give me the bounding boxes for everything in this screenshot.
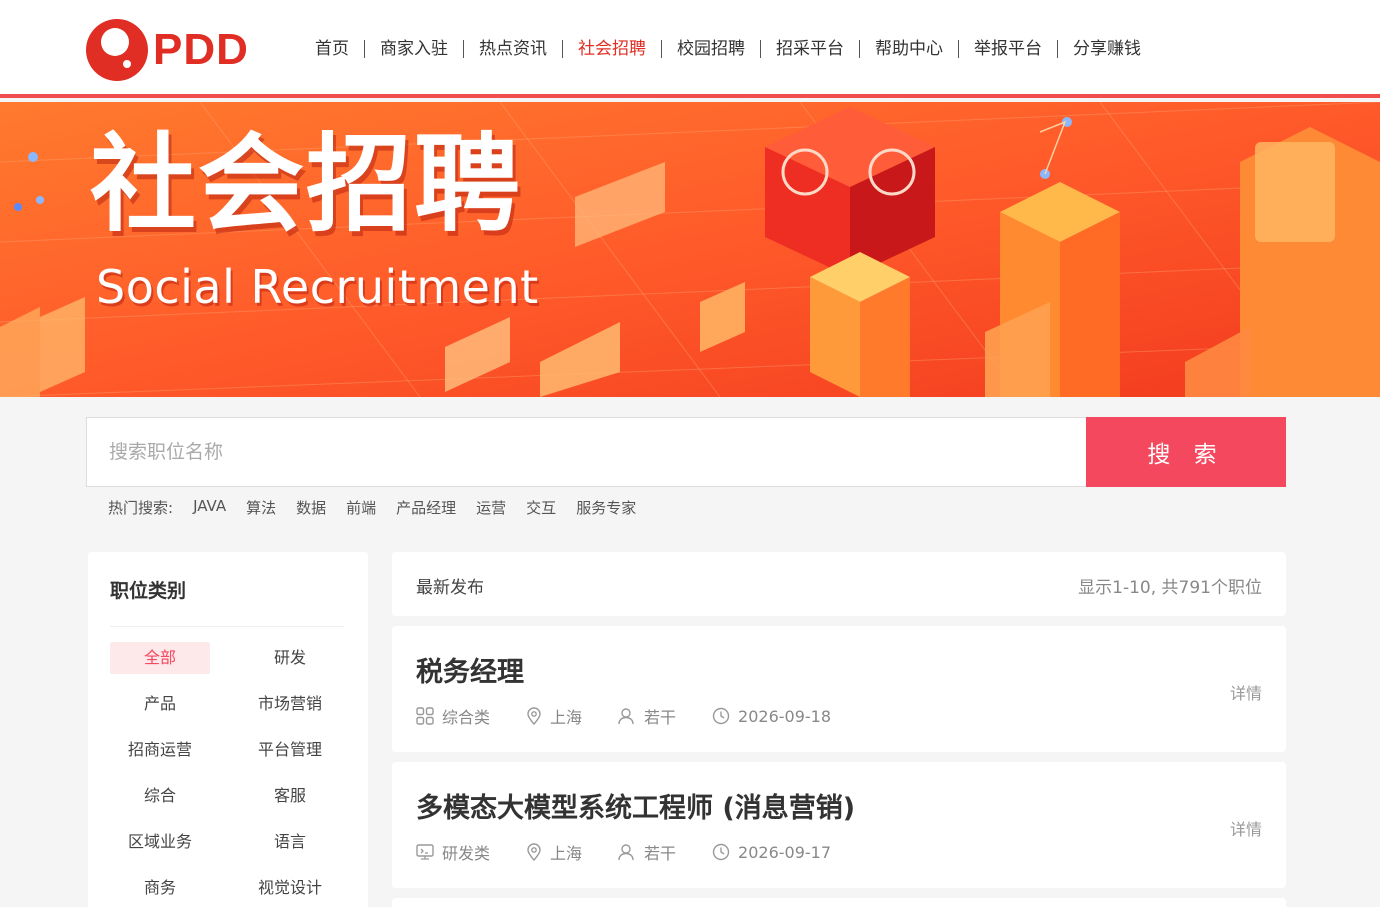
site-header: PDD 首页 商家入驻 热点资讯 社会招聘 校园招聘 招采平台 帮助中心 举报平…	[0, 0, 1380, 98]
nav-report[interactable]: 举报平台	[959, 38, 1057, 60]
category-customer-service[interactable]: 客服	[240, 780, 340, 812]
hot-search-term[interactable]: 前端	[346, 497, 376, 518]
search-button[interactable]: 搜 索	[1086, 417, 1286, 487]
job-date: 2026-09-17	[738, 842, 832, 862]
category-merchant-ops[interactable]: 招商运营	[110, 734, 210, 766]
category-visual-design[interactable]: 视觉设计	[240, 872, 340, 904]
job-search-input[interactable]	[87, 418, 1087, 486]
job-card[interactable]	[392, 898, 1286, 907]
banner-subtitle: Social Recruitment	[96, 260, 539, 314]
sidebar-divider	[110, 626, 344, 627]
nav-merchant[interactable]: 商家入驻	[365, 38, 463, 60]
job-date: 2026-09-18	[738, 706, 832, 726]
main-nav: 首页 商家入驻 热点资讯 社会招聘 校园招聘 招采平台 帮助中心 举报平台 分享…	[300, 36, 1156, 62]
nav-procurement[interactable]: 招采平台	[761, 38, 859, 60]
job-location: 上海	[550, 844, 583, 863]
category-regional[interactable]: 区域业务	[110, 826, 210, 858]
nav-share[interactable]: 分享赚钱	[1058, 38, 1156, 60]
hot-search-term[interactable]: JAVA	[193, 497, 226, 518]
category-language[interactable]: 语言	[240, 826, 340, 858]
category-platform-mgmt[interactable]: 平台管理	[240, 734, 340, 766]
hot-search-term[interactable]: 运营	[476, 497, 506, 518]
category-all[interactable]: 全部	[110, 642, 210, 674]
hot-search-term[interactable]: 算法	[246, 497, 276, 518]
job-list-header: 最新发布 显示1-10, 共791个职位	[392, 552, 1286, 616]
job-category: 研发类	[442, 844, 491, 863]
hot-search-term[interactable]: 服务专家	[576, 497, 636, 518]
hot-searches: 热门搜索: JAVA 算法 数据 前端 产品经理 运营 交互 服务专家	[108, 497, 656, 518]
category-sidebar: 职位类别 全部 研发 产品 市场营销 招商运营 平台管理 综合 客服 区域业务 …	[88, 552, 368, 907]
clock-icon	[712, 707, 730, 725]
category-rd[interactable]: 研发	[240, 642, 340, 674]
job-title[interactable]: 多模态大模型系统工程师 (消息营销)	[416, 786, 855, 825]
pdd-logo-icon	[85, 18, 149, 82]
nav-campus-recruitment[interactable]: 校园招聘	[662, 38, 760, 60]
clock-icon	[712, 843, 730, 861]
location-pin-icon	[527, 843, 541, 861]
job-detail-link[interactable]: 详情	[1230, 816, 1262, 840]
monitor-icon	[416, 844, 434, 860]
pdd-logo[interactable]: PDD	[85, 18, 249, 82]
hot-search-term[interactable]: 数据	[296, 497, 326, 518]
hot-search-term[interactable]: 产品经理	[396, 497, 456, 518]
logo-text: PDD	[153, 25, 249, 74]
hot-search-label: 热门搜索:	[108, 499, 174, 517]
job-location: 上海	[550, 708, 583, 727]
hot-search-term[interactable]: 交互	[526, 497, 556, 518]
nav-social-recruitment[interactable]: 社会招聘	[563, 38, 661, 60]
sidebar-title: 职位类别	[110, 580, 187, 602]
job-title[interactable]: 税务经理	[416, 650, 524, 689]
job-meta: 研发类 上海 若干 2026-09-17	[416, 840, 867, 864]
nav-news[interactable]: 热点资讯	[464, 38, 562, 60]
person-icon	[618, 708, 634, 725]
category-product[interactable]: 产品	[110, 688, 210, 720]
job-headcount: 若干	[644, 844, 677, 863]
job-detail-link[interactable]: 详情	[1230, 680, 1262, 704]
location-pin-icon	[527, 707, 541, 725]
job-card[interactable]: 多模态大模型系统工程师 (消息营销) 研发类 上海 若干 2026-09-17	[392, 762, 1286, 888]
job-headcount: 若干	[644, 708, 677, 727]
job-search-bar: 搜 索	[86, 417, 1286, 487]
job-card[interactable]: 税务经理 综合类 上海 若干 2026-09-18 详情	[392, 626, 1286, 752]
category-business[interactable]: 商务	[110, 872, 210, 904]
grid-icon	[416, 707, 434, 725]
person-icon	[618, 844, 634, 861]
job-meta: 综合类 上海 若干 2026-09-18	[416, 704, 867, 728]
nav-help[interactable]: 帮助中心	[860, 38, 958, 60]
job-category: 综合类	[442, 708, 491, 727]
latest-title: 最新发布	[416, 578, 484, 598]
banner-title: 社会招聘	[90, 123, 522, 246]
nav-home[interactable]: 首页	[300, 38, 364, 60]
category-marketing[interactable]: 市场营销	[240, 688, 340, 720]
result-count: 显示1-10, 共791个职位	[1078, 578, 1262, 598]
category-general[interactable]: 综合	[110, 780, 210, 812]
